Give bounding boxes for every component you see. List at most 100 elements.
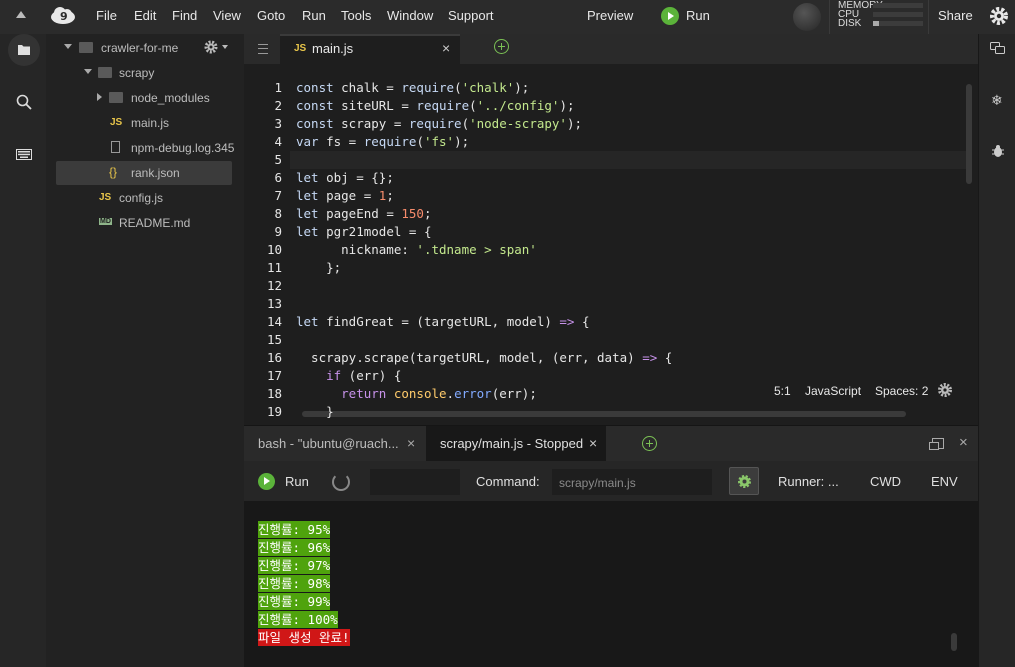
memory-bar [873,3,923,8]
folder-icon [79,42,93,53]
cwd-button[interactable]: CWD [870,474,901,489]
menu-support[interactable]: Support [448,8,494,23]
status-spaces[interactable]: Spaces: 2 [875,384,928,398]
js-file-icon: JS [110,117,123,128]
run-button[interactable]: Run [686,8,710,23]
line-number: 15 [266,332,282,347]
svg-text:9: 9 [60,10,68,23]
menu-find[interactable]: Find [172,8,197,23]
run-play-icon[interactable] [258,473,275,490]
menu-run[interactable]: Run [302,8,326,23]
cloud9-logo-icon[interactable]: 9 [50,6,76,31]
collaborate-icon[interactable] [990,42,1005,60]
code-line: if (err) { [296,368,402,383]
code-line: scrapy.scrape(targetURL, model, (err, da… [296,350,673,365]
command-input[interactable]: scrapy/main.js [552,469,712,495]
share-button[interactable]: Share [938,8,973,23]
caret-down-icon[interactable] [222,45,228,49]
tree-item-rank-json[interactable]: {} rank.json [56,161,232,185]
run-args-input[interactable] [370,469,460,495]
tree-item-label: crawler-for-me [101,41,179,55]
json-file-icon: {} [109,165,118,179]
disk-bar [873,21,923,26]
line-number: 13 [266,296,282,311]
close-panel-icon[interactable]: × [959,434,968,451]
tab-scrapy-main[interactable]: scrapy/main.js - Stopped × [426,426,606,462]
run-button[interactable]: Run [285,474,309,489]
maximize-panel-icon[interactable] [929,438,944,450]
tab-main-js[interactable]: JS main.js × [280,34,460,65]
debugger-bug-icon[interactable] [992,144,1004,163]
menu-edit[interactable]: Edit [134,8,156,23]
line-number: 10 [266,242,282,257]
code-line: var fs = require('fs'); [296,134,470,149]
output-line: 진행률: 99% [258,593,331,610]
terminal-scrollbar[interactable] [951,633,957,651]
tree-item-root[interactable]: crawler-for-me [46,37,244,59]
tree-item-readme[interactable]: MD README.md [46,212,244,234]
collapse-up-icon[interactable] [16,11,26,18]
line-number: 14 [266,314,282,329]
line-number: 18 [266,386,282,401]
tree-item-label: config.js [119,191,164,205]
menu-tools[interactable]: Tools [341,8,371,23]
file-tree: crawler-for-me scrapy node_modules JS ma… [46,34,244,667]
outline-snowflake-icon[interactable]: ❄ [991,92,1003,109]
search-icon[interactable] [16,94,32,115]
code-line: let page = 1; [296,188,394,203]
vertical-scrollbar[interactable] [966,84,972,184]
terminal-output[interactable]: 진행률: 95% 진행률: 96% 진행률: 97% 진행률: 98% 진행률:… [244,501,978,667]
tree-item-label: README.md [119,216,191,230]
keyboard-icon[interactable] [16,147,32,165]
output-line: 진행률: 100% [258,611,338,628]
horizontal-scrollbar[interactable] [302,411,906,417]
run-play-icon[interactable] [661,7,679,25]
line-number: 3 [274,116,282,131]
line-number: 7 [274,188,282,203]
markdown-file-icon: MD [99,218,112,225]
preview-button[interactable]: Preview [587,8,633,23]
folder-icon [98,67,112,78]
close-icon[interactable]: × [589,435,597,451]
close-icon[interactable]: × [407,435,415,451]
tree-settings-gear-icon[interactable] [204,40,218,57]
debug-toggle-button[interactable] [729,467,759,495]
status-position[interactable]: 5:1 [774,384,791,398]
tree-item-config-js[interactable]: JS config.js [46,187,244,209]
add-tab-icon[interactable] [494,39,509,54]
tab-bash[interactable]: bash - "ubuntu@ruach... × [244,426,426,462]
line-number: 9 [274,224,282,239]
line-number: 4 [274,134,282,149]
menu-hamburger-icon[interactable] [258,44,268,54]
editor-settings-gear-icon[interactable] [937,382,953,403]
menu-window[interactable]: Window [387,8,433,23]
collaborator-avatar[interactable] [793,3,821,31]
code-line: const chalk = require('chalk'); [296,80,530,95]
line-number: 8 [274,206,282,221]
menu-file[interactable]: File [96,8,117,23]
code-line: let obj = {}; [296,170,394,185]
tree-item-label: main.js [131,116,170,130]
tab-label: main.js [312,41,354,56]
settings-gear-icon[interactable] [988,5,1010,32]
output-line: 진행률: 96% [258,539,331,556]
tree-item-npm-debug-log[interactable]: npm-debug.log.345 [46,137,244,159]
tree-item-label: node_modules [131,91,210,105]
tree-item-node-modules[interactable]: node_modules [46,87,244,109]
chevron-right-icon [97,93,102,101]
menu-goto[interactable]: Goto [257,8,285,23]
menu-view[interactable]: View [213,8,241,23]
tree-item-main-js[interactable]: JS main.js [46,112,244,134]
env-button[interactable]: ENV [931,474,958,489]
status-language[interactable]: JavaScript [805,384,861,398]
restart-icon[interactable] [332,473,350,491]
close-icon[interactable]: × [442,40,450,56]
add-terminal-tab-icon[interactable] [642,436,657,451]
line-number: 2 [274,98,282,113]
line-number: 1 [274,80,282,95]
code-line: } [296,404,334,419]
tree-item-scrapy[interactable]: scrapy [46,62,244,84]
runner-selector[interactable]: Runner: ... [778,474,839,489]
line-number: 17 [266,368,282,383]
workspace-files-icon[interactable] [8,34,40,66]
